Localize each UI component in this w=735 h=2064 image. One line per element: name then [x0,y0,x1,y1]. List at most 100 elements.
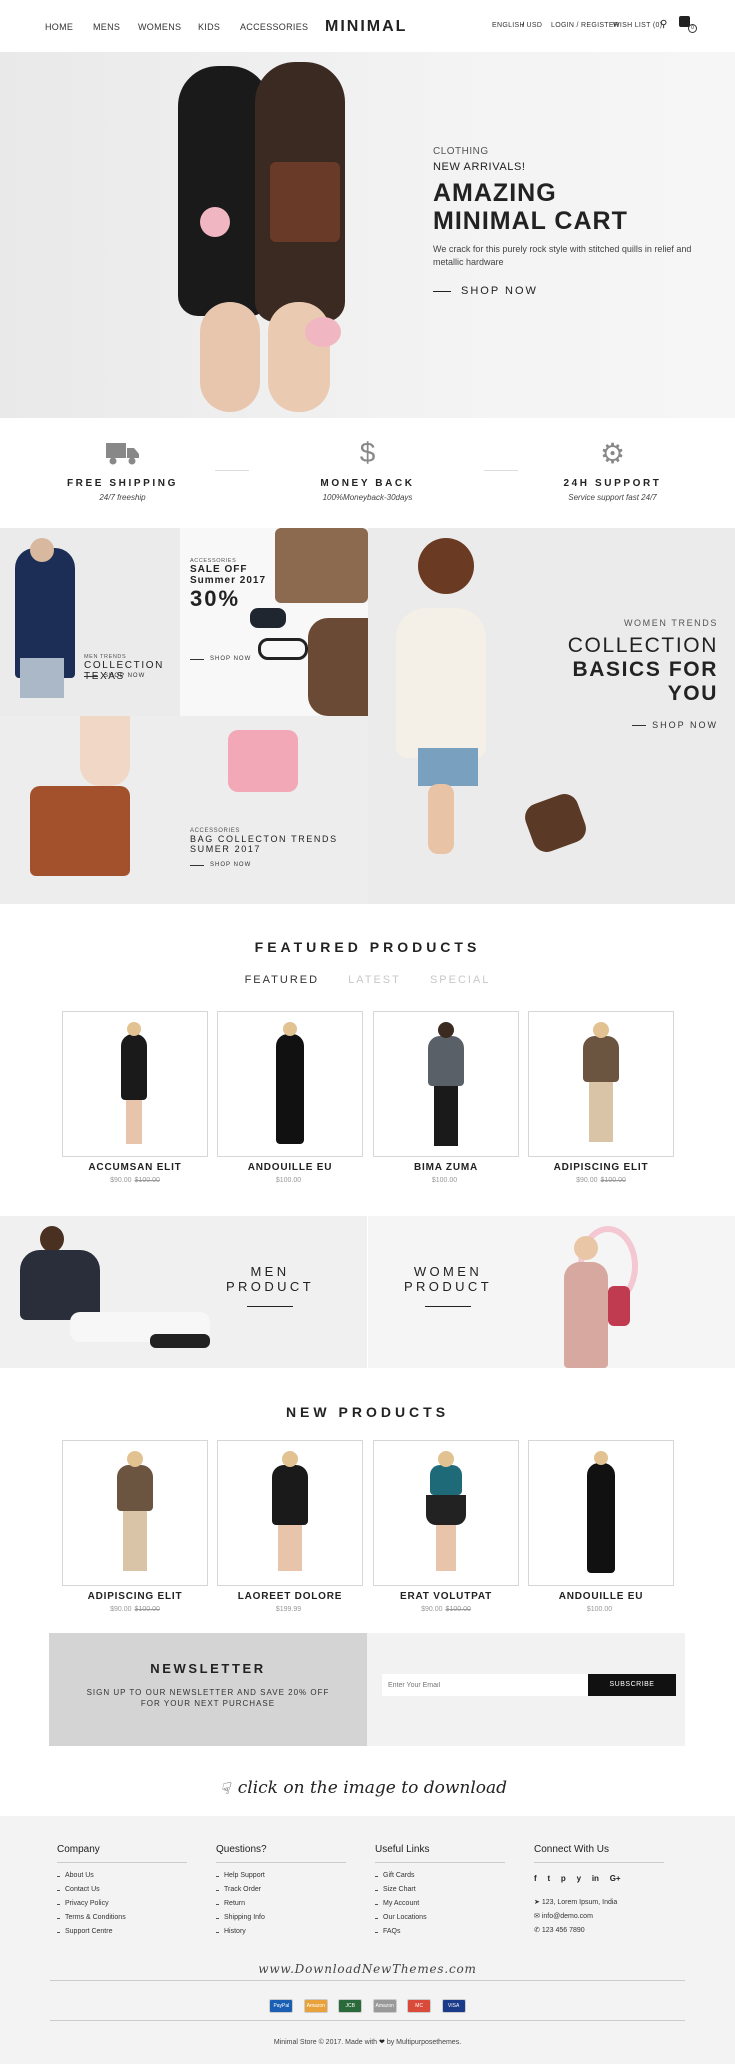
footer-link[interactable]: My Account [375,1897,505,1911]
twitter-icon[interactable]: t [547,1874,550,1883]
phone-icon: ✆ [534,1927,540,1934]
product-name[interactable]: LAOREET DOLORE [217,1591,363,1602]
footer-link[interactable]: About Us [57,1869,187,1883]
nav-accessories[interactable]: ACCESSORIES [240,22,308,32]
product-card[interactable]: LAOREET DOLORE $199.99 [217,1440,363,1613]
facebook-icon[interactable]: f [534,1874,537,1883]
product-image[interactable] [528,1011,674,1157]
service-title: FREE SHIPPING [66,478,179,489]
collection-bag-shop-now[interactable]: SHOP NOW [190,862,338,868]
footer-link[interactable]: Size Chart [375,1883,505,1897]
hand-pointer-icon: ☟ [220,1778,230,1798]
newsletter-form: SUBSCRIBE [367,1633,685,1746]
dollar-icon: $ [359,437,376,468]
nav-womens[interactable]: WOMENS [138,22,181,32]
nav-mens[interactable]: MENS [93,22,120,32]
hero-tagline: NEW ARRIVALS! [433,161,526,173]
collection-sale-line2: Summer 2017 [190,575,267,586]
footer-link[interactable]: Support Centre [57,1925,187,1939]
pinterest-icon[interactable]: p [561,1874,566,1883]
heart-icon: ❤ [379,2039,385,2046]
collection-women-tile[interactable]: WOMEN TRENDS COLLECTION BASICS FOR YOU S… [368,528,735,904]
product-image[interactable] [62,1440,208,1586]
footer-link[interactable]: Contact Us [57,1883,187,1897]
footer-link[interactable]: Gift Cards [375,1869,505,1883]
product-name[interactable]: ADIPISCING ELIT [62,1591,208,1602]
newsletter-panel: NEWSLETTER SIGN UP TO OUR NEWSLETTER AND… [49,1633,367,1746]
product-image[interactable] [217,1011,363,1157]
collection-bag-tile[interactable]: ACCESSORIES BAG COLLECTON TRENDS SUMER 2… [0,716,368,904]
women-product-banner[interactable]: WOMEN PRODUCT [368,1216,735,1368]
hero-description: We crack for this purely rock style with… [433,244,692,267]
product-image[interactable] [373,1440,519,1586]
collection-men-shop-now[interactable]: SHOP NOW [84,673,145,679]
collection-men-tile[interactable]: MEN TRENDS COLLECTION TEXAS [0,528,180,716]
footer-link[interactable]: Terms & Conditions [57,1911,187,1925]
product-card[interactable]: BIMA ZUMA $100.00 [373,1011,519,1184]
nav-kids[interactable]: KIDS [198,22,220,32]
download-cta[interactable]: ☟ click on the image to download [220,1778,507,1798]
linkedin-icon[interactable]: in [592,1874,599,1883]
product-price: $199.99 [217,1606,363,1613]
product-name[interactable]: ANDOUILLE EU [528,1591,674,1602]
product-name[interactable]: ANDOUILLE EU [217,1162,363,1173]
men-product-banner[interactable]: MEN PRODUCT [0,1216,367,1368]
language-select[interactable]: ENGLISH [492,22,525,29]
tab-latest[interactable]: LATEST [348,974,401,986]
product-card[interactable]: ACCUMSAN ELIT $90.00 $100.00 [62,1011,208,1184]
newsletter-email-input[interactable] [382,1674,588,1696]
copyright-pre: Minimal Store © 2017. Made with [273,2039,378,2046]
footer-link[interactable]: FAQs [375,1925,505,1939]
product-name[interactable]: ACCUMSAN ELIT [62,1162,208,1173]
collection-women-line1: COLLECTION [567,634,718,657]
footer-link[interactable]: Our Locations [375,1911,505,1925]
product-name[interactable]: ERAT VOLUTPAT [373,1591,519,1602]
collection-bag-line2: SUMER 2017 [190,844,262,854]
footer-link[interactable]: Track Order [216,1883,346,1897]
hero-shop-now-button[interactable]: SHOP NOW [433,285,693,297]
footer-link[interactable]: Privacy Policy [57,1897,187,1911]
collection-sale-shop-now[interactable]: SHOP NOW [190,656,266,662]
product-price: $90.00 $100.00 [62,1606,208,1613]
footer-link[interactable]: Shipping Info [216,1911,346,1925]
divider [215,470,249,471]
footer-link[interactable]: Help Support [216,1869,346,1883]
service-money-back: $ MONEY BACK 100%Moneyback-30days [245,418,490,528]
currency-select[interactable]: / USD [522,22,542,29]
service-title: MONEY BACK [320,478,415,489]
contact-email[interactable]: info@demo.com [542,1913,593,1920]
site-logo[interactable]: MINIMAL [325,18,407,36]
product-name[interactable]: ADIPISCING ELIT [528,1162,674,1173]
footer-link[interactable]: Return [216,1897,346,1911]
search-icon[interactable]: ⚲ [660,19,667,30]
product-image[interactable] [528,1440,674,1586]
footer-link[interactable]: History [216,1925,346,1939]
tab-featured[interactable]: FEATURED [245,974,319,986]
product-image[interactable] [217,1440,363,1586]
product-card[interactable]: ANDOUILLE EU $100.00 [528,1440,674,1613]
product-card[interactable]: ERAT VOLUTPAT $90.00 $100.00 [373,1440,519,1613]
product-price: $90.00 $100.00 [62,1177,208,1184]
product-name[interactable]: BIMA ZUMA [373,1162,519,1173]
tab-special[interactable]: SPECIAL [430,974,490,986]
product-image[interactable] [373,1011,519,1157]
collection-women-shop-now[interactable]: SHOP NOW [508,720,718,730]
google-plus-icon[interactable]: G+ [610,1874,621,1883]
product-card[interactable]: ADIPISCING ELIT $90.00 $100.00 [62,1440,208,1613]
service-subtitle: Service support fast 24/7 [568,493,657,502]
subscribe-button[interactable]: SUBSCRIBE [588,1674,676,1696]
product-card[interactable]: ADIPISCING ELIT $90.00 $100.00 [528,1011,674,1184]
login-register-link[interactable]: LOGIN / REGISTER [551,22,619,29]
product-card[interactable]: ANDOUILLE EU $100.00 [217,1011,363,1184]
hero-banner: CLOTHING NEW ARRIVALS! AMAZING MINIMAL C… [0,52,735,418]
nav-home[interactable]: HOME [45,22,73,32]
product-image[interactable] [62,1011,208,1157]
copyright-post[interactable]: by Multipurposethemes. [387,2039,461,2046]
youtube-icon[interactable]: y [577,1874,581,1883]
contact-info: ➤ 123, Lorem Ipsum, India ✉ info@demo.co… [534,1896,664,1938]
payment-icons: PayPal Amazon JCB Amazon MC VISA [0,1994,735,2013]
collection-bag-text: ACCESSORIES BAG COLLECTON TRENDS SUMER 2… [190,828,338,868]
wishlist-link[interactable]: WISH LIST (0) [613,22,662,29]
collection-sale-tile[interactable]: ACCESSORIES SALE OFF Summer 2017 30% SHO… [180,528,368,716]
price-current: $90.00 [110,1177,132,1184]
